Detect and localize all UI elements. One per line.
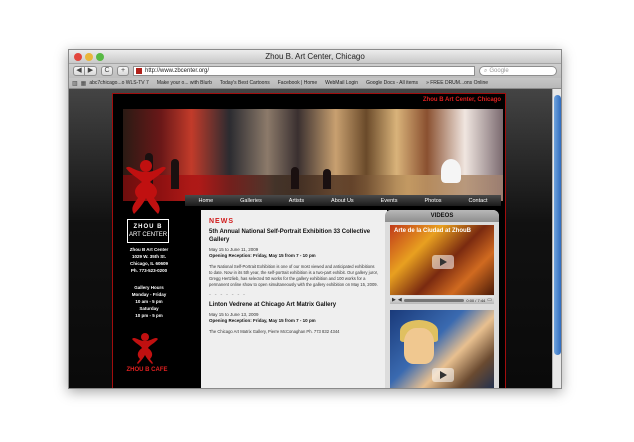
hero-dancer-figure bbox=[441, 159, 461, 183]
news-panel: NEWS 5th Annual National Self-Portrait E… bbox=[201, 210, 387, 388]
address-line: Chicago, IL 60609 bbox=[130, 261, 168, 266]
close-window-button[interactable] bbox=[74, 53, 82, 61]
window-controls bbox=[74, 53, 104, 61]
video-thumbnail[interactable]: Arte de la Ciudad at ZhouB bbox=[390, 225, 494, 295]
hours-line: Monday - Friday bbox=[131, 292, 167, 297]
site-frame: Zhou B Art Center, Chicago ZHOU B ART CE… bbox=[112, 93, 506, 388]
hours-block: Gallery Hours Monday - Friday 10 am - 5 … bbox=[119, 284, 179, 319]
play-icon[interactable] bbox=[432, 255, 454, 269]
logo-text-top: ZHOU B bbox=[133, 224, 163, 230]
title-bar: Zhou B. Art Center, Chicago bbox=[69, 50, 561, 64]
hours-line: 10 pm - 5 pm bbox=[135, 313, 163, 318]
bookmark-item[interactable]: WebMail Login bbox=[325, 80, 358, 86]
bookmarks-book-icon[interactable]: ▥ bbox=[72, 80, 78, 87]
news-heading: NEWS bbox=[209, 218, 234, 225]
nav-buttons: ◀ ▶ bbox=[73, 66, 97, 76]
video-thumbnail[interactable] bbox=[390, 310, 494, 388]
bookmark-item[interactable]: Make your o... with Blurb bbox=[157, 80, 212, 86]
address-bar[interactable]: http://www.zbcenter.org/ bbox=[133, 66, 475, 76]
hours-line: Gallery Hours bbox=[134, 285, 164, 290]
page-viewport: Zhou B Art Center, Chicago ZHOU B ART CE… bbox=[69, 89, 552, 388]
video-person-face bbox=[404, 328, 434, 364]
hero-visitor-figure bbox=[323, 169, 331, 189]
reload-button[interactable]: C bbox=[101, 66, 113, 76]
zoom-window-button[interactable] bbox=[96, 53, 104, 61]
cafe-logo-icon[interactable] bbox=[131, 332, 159, 364]
browser-window: Zhou B. Art Center, Chicago ◀ ▶ C + http… bbox=[68, 49, 562, 389]
article-title[interactable]: 5th Annual National Self-Portrait Exhibi… bbox=[209, 228, 379, 244]
site-nav: Home Galleries Artists About Us Events P… bbox=[185, 195, 501, 206]
search-icon: ⌕ bbox=[484, 67, 488, 74]
hours-line: Saturday bbox=[139, 306, 159, 311]
art-center-logo-box[interactable]: ZHOU B ART CENTER bbox=[127, 219, 169, 243]
nav-contact[interactable]: Contact bbox=[469, 198, 488, 204]
article-title[interactable]: Linton Vedrene at Chicago Art Matrix Gal… bbox=[209, 301, 379, 309]
hero-banner-image bbox=[123, 109, 503, 201]
bookmark-item[interactable]: Today's Best Cartoons bbox=[220, 80, 270, 86]
scrollbar-thumb[interactable] bbox=[554, 95, 561, 355]
nav-artists[interactable]: Artists bbox=[289, 198, 304, 204]
nav-galleries[interactable]: Galleries bbox=[240, 198, 262, 204]
cafe-label[interactable]: ZHOU B CAFE bbox=[123, 367, 171, 373]
address-block: Zhou B Art Center 1029 W. 35th St. Chica… bbox=[119, 246, 179, 274]
site-header-title: Zhou B Art Center, Chicago bbox=[422, 97, 501, 103]
bookmarks-bar: ▥ ▦ abc7chicago...o WLS-TV 7 Make your o… bbox=[69, 78, 561, 89]
nav-photos[interactable]: Photos bbox=[424, 198, 441, 204]
bookmarks-grid-icon[interactable]: ▦ bbox=[81, 80, 87, 87]
back-button[interactable]: ◀ bbox=[73, 66, 85, 76]
article-separator: - - - - - - - bbox=[209, 292, 246, 298]
hours-line: 10 am - 5 pm bbox=[135, 299, 163, 304]
vertical-scrollbar[interactable] bbox=[552, 89, 561, 388]
nav-home[interactable]: Home bbox=[198, 198, 213, 204]
url-text: http://www.zbcenter.org/ bbox=[145, 68, 210, 74]
nav-about-us[interactable]: About Us bbox=[331, 198, 354, 204]
play-icon[interactable] bbox=[432, 368, 454, 382]
videos-panel: VIDEOS Arte de la Ciudad at ZhouB ▶ ◀ 0:… bbox=[385, 210, 499, 388]
search-field[interactable]: ⌕ Google bbox=[479, 66, 557, 76]
video-time: 0:00 / 7:44 bbox=[466, 297, 486, 303]
hero-pianist-figure bbox=[171, 159, 179, 189]
videos-heading: VIDEOS bbox=[385, 210, 499, 222]
bookmark-item[interactable]: Facebook | Home bbox=[278, 80, 317, 86]
forward-button[interactable]: ▶ bbox=[85, 66, 97, 76]
address-line: Ph. 773-523-0200 bbox=[130, 268, 168, 273]
hero-visitor-figure bbox=[291, 167, 299, 189]
search-placeholder: Google bbox=[489, 68, 509, 74]
zhou-b-logo-icon[interactable] bbox=[124, 158, 168, 216]
bookmark-item[interactable]: Google Docs - All items bbox=[366, 80, 418, 86]
play-control-icon[interactable]: ▶ bbox=[392, 297, 396, 303]
address-line: Zhou B Art Center bbox=[129, 247, 169, 252]
volume-icon[interactable]: ◀ bbox=[398, 297, 402, 303]
article-body: The National Self-Portrait Exhibition is… bbox=[209, 264, 378, 287]
browser-toolbar: ◀ ▶ C + http://www.zbcenter.org/ ⌕ Googl… bbox=[69, 64, 561, 78]
fullscreen-icon[interactable]: ▭ bbox=[487, 297, 492, 303]
nav-events[interactable]: Events bbox=[381, 198, 398, 204]
address-line: 1029 W. 35th St. bbox=[131, 254, 166, 259]
logo-text-bottom: ART CENTER bbox=[128, 232, 168, 238]
article-body: The Chicago Art Matrix Gallery, Pierre M… bbox=[209, 329, 340, 334]
minimize-window-button[interactable] bbox=[85, 53, 93, 61]
window-title: Zhou B. Art Center, Chicago bbox=[265, 52, 365, 61]
site-favicon-icon bbox=[136, 68, 142, 74]
article-opening: Opening Reception: Friday, May 15 from 7… bbox=[209, 318, 316, 323]
video-controls: ▶ ◀ 0:00 / 7:44 ▭ bbox=[390, 296, 494, 304]
bookmark-item[interactable]: » FREE DRUM...ons Online bbox=[426, 80, 488, 86]
add-bookmark-button[interactable]: + bbox=[117, 66, 129, 76]
article-opening: Opening Reception: Friday, May 15 from 7… bbox=[209, 253, 316, 258]
video-progress-bar[interactable] bbox=[403, 298, 465, 302]
video-title: Arte de la Ciudad at ZhouB bbox=[394, 228, 472, 234]
bookmark-item[interactable]: abc7chicago...o WLS-TV 7 bbox=[89, 80, 148, 86]
